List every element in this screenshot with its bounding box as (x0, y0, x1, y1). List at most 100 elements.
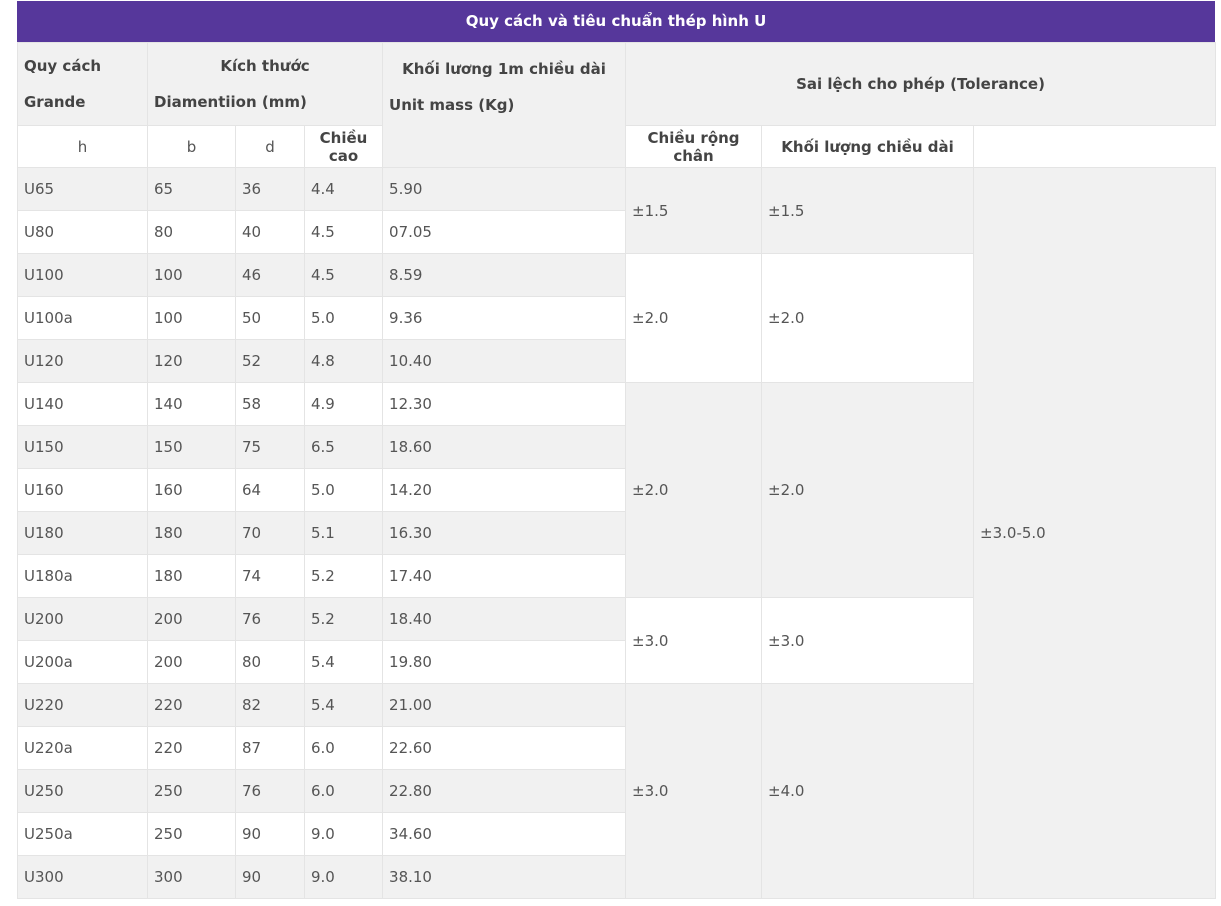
cell-mass: 14.20 (382, 468, 627, 512)
cell-mass: 21.00 (382, 683, 627, 727)
cell-mass: 10.40 (382, 339, 627, 383)
cell-d: 4.5 (303, 253, 384, 297)
header-unit-mass: Khối lương 1m chiều dài Unit mass (Kg) (382, 42, 627, 168)
cell-mass: 16.30 (382, 511, 627, 555)
cell-mass: 19.80 (382, 640, 627, 684)
cell-tolerance-height: ±2.0 (625, 382, 763, 598)
cell-d: 6.0 (303, 726, 384, 770)
cell-h: 100 (147, 296, 236, 340)
cell-grade: U250 (17, 769, 148, 813)
header-grade: Quy cách Grande (17, 42, 148, 126)
cell-grade: U80 (17, 210, 148, 254)
cell-tolerance-height: ±1.5 (625, 167, 763, 254)
cell-mass: 22.60 (382, 726, 627, 770)
cell-b: 64 (235, 468, 305, 512)
cell-d: 5.0 (303, 296, 384, 340)
table-body: U65 65 36 4.4 5.90 ±1.5 ±1.5 ±3.0-5.0 U80 80 40 4.5… (17, 167, 1217, 899)
cell-b: 87 (235, 726, 305, 770)
cell-grade: U200a (17, 640, 148, 684)
cell-d: 9.0 (303, 855, 384, 899)
cell-d: 5.2 (303, 597, 384, 641)
cell-grade: U220a (17, 726, 148, 770)
cell-d: 5.4 (303, 640, 384, 684)
cell-h: 250 (147, 812, 236, 856)
cell-d: 9.0 (303, 812, 384, 856)
cell-tolerance-width: ±2.0 (761, 382, 975, 598)
cell-h: 180 (147, 511, 236, 555)
cell-b: 46 (235, 253, 305, 297)
cell-h: 100 (147, 253, 236, 297)
header-dimensions-line1: Kích thước (220, 57, 310, 75)
cell-mass: 18.60 (382, 425, 627, 469)
header-tolerance-mass: Khối lượng chiều dài (761, 125, 975, 168)
cell-h: 200 (147, 597, 236, 641)
cell-grade: U220 (17, 683, 148, 727)
cell-d: 4.4 (303, 167, 384, 211)
cell-grade: U100 (17, 253, 148, 297)
cell-grade: U200 (17, 597, 148, 641)
cell-h: 140 (147, 382, 236, 426)
cell-h: 160 (147, 468, 236, 512)
cell-grade: U65 (17, 167, 148, 211)
table-row: U65 65 36 4.4 5.90 ±1.5 ±1.5 ±3.0-5.0 (17, 167, 1217, 899)
cell-d: 4.5 (303, 210, 384, 254)
cell-h: 150 (147, 425, 236, 469)
cell-tolerance-height: ±3.0 (625, 597, 763, 684)
cell-h: 250 (147, 769, 236, 813)
header-unit-mass-line2: Unit mass (Kg) (389, 96, 515, 114)
cell-h: 180 (147, 554, 236, 598)
cell-mass: 07.05 (382, 210, 627, 254)
cell-b: 40 (235, 210, 305, 254)
cell-h: 80 (147, 210, 236, 254)
cell-h: 120 (147, 339, 236, 383)
cell-tolerance-height: ±3.0 (625, 683, 763, 899)
cell-d: 5.4 (303, 683, 384, 727)
cell-tolerance-width: ±2.0 (761, 253, 975, 383)
cell-grade: U100a (17, 296, 148, 340)
cell-mass: 18.40 (382, 597, 627, 641)
cell-mass: 38.10 (382, 855, 627, 899)
cell-grade: U180a (17, 554, 148, 598)
cell-grade: U120 (17, 339, 148, 383)
cell-d: 5.1 (303, 511, 384, 555)
cell-mass: 5.90 (382, 167, 627, 211)
cell-b: 74 (235, 554, 305, 598)
cell-b: 52 (235, 339, 305, 383)
cell-b: 82 (235, 683, 305, 727)
cell-h: 300 (147, 855, 236, 899)
table-title: Quy cách và tiêu chuẩn thép hình U (17, 1, 1215, 42)
cell-mass: 9.36 (382, 296, 627, 340)
cell-h: 65 (147, 167, 236, 211)
cell-mass: 22.80 (382, 769, 627, 813)
cell-mass: 17.40 (382, 554, 627, 598)
cell-d: 4.9 (303, 382, 384, 426)
header-dim-b: b (147, 125, 236, 168)
header-dim-d: d (235, 125, 305, 168)
header-dimensions: Kích thước Diamentiion (mm) (146, 42, 384, 126)
cell-tolerance-width: ±3.0 (761, 597, 975, 684)
cell-mass: 8.59 (382, 253, 627, 297)
cell-grade: U250a (17, 812, 148, 856)
cell-tolerance-width: ±4.0 (761, 683, 975, 899)
cell-mass: 34.60 (382, 812, 627, 856)
cell-b: 36 (235, 167, 305, 211)
cell-grade: U300 (17, 855, 148, 899)
cell-b: 70 (235, 511, 305, 555)
cell-b: 90 (235, 812, 305, 856)
steel-spec-table-wrapper: Quy cách và tiêu chuẩn thép hình U Quy c… (17, 1, 1217, 899)
steel-spec-table: Quy cách Grande Kích thước Diamentiion (… (17, 42, 1217, 899)
cell-d: 5.0 (303, 468, 384, 512)
cell-b: 80 (235, 640, 305, 684)
cell-h: 220 (147, 726, 236, 770)
cell-b: 58 (235, 382, 305, 426)
cell-grade: U180 (17, 511, 148, 555)
header-unit-mass-line1: Khối lương 1m chiều dài (402, 60, 606, 78)
header-dimensions-line2: Diamentiion (mm) (154, 93, 307, 111)
cell-b: 50 (235, 296, 305, 340)
header-tolerance: Sai lệch cho phép (Tolerance) (625, 42, 1217, 126)
cell-b: 75 (235, 425, 305, 469)
cell-grade: U150 (17, 425, 148, 469)
header-grade-line2: Grande (24, 93, 86, 111)
header-dim-h: h (17, 125, 148, 168)
cell-tolerance-height: ±2.0 (625, 253, 763, 383)
